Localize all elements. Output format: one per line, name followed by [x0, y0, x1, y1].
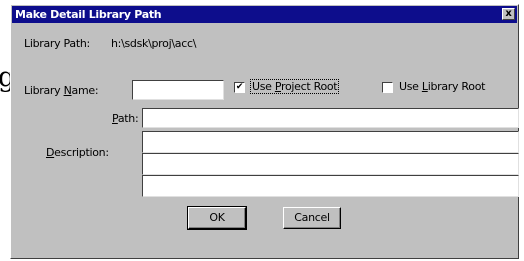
- use-library-root-checkbox[interactable]: [382, 82, 393, 93]
- checkmark-icon: ✔: [235, 82, 244, 92]
- use-project-root-checkbox[interactable]: ✔: [234, 82, 245, 93]
- description-line-3-input[interactable]: [142, 175, 519, 197]
- library-path-value: h:\sdsk\proj\acc\: [111, 37, 197, 50]
- make-detail-library-path-dialog: Make Detail Library Path x Library Path:…: [10, 4, 519, 259]
- dialog-title: Make Detail Library Path: [15, 8, 162, 21]
- path-input[interactable]: [142, 108, 519, 128]
- description-label: Description:: [46, 146, 109, 159]
- use-project-root-label[interactable]: Use Project Root: [249, 79, 340, 94]
- library-name-input[interactable]: [132, 80, 224, 100]
- close-icon: x: [505, 8, 512, 19]
- path-label: Path:: [112, 112, 139, 125]
- description-line-1-input[interactable]: [142, 131, 519, 153]
- cancel-button[interactable]: Cancel: [283, 207, 341, 229]
- ok-button[interactable]: OK: [187, 206, 247, 230]
- use-library-root-label[interactable]: Use Library Root: [399, 80, 485, 93]
- description-line-2-input[interactable]: [142, 153, 519, 175]
- library-path-label: Library Path:: [24, 37, 90, 50]
- close-button[interactable]: x: [502, 8, 515, 20]
- library-name-label: Library Name:: [24, 84, 99, 97]
- title-bar[interactable]: Make Detail Library Path x: [12, 6, 517, 23]
